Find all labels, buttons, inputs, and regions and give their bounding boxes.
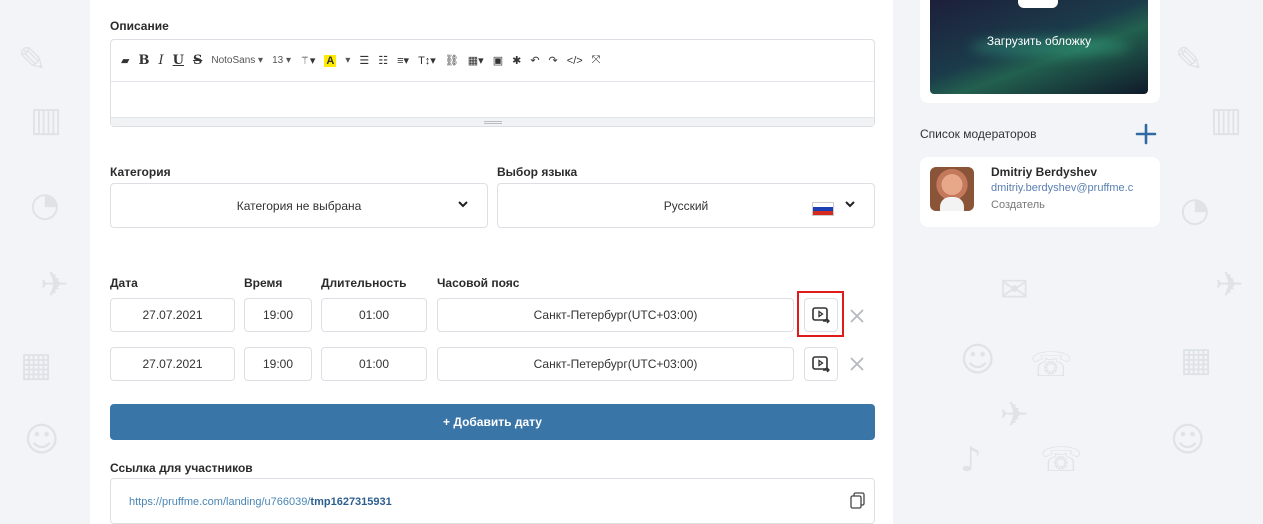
- cover-card: Загрузить обложку: [920, 0, 1160, 103]
- moderator-card[interactable]: Dmitriy Berdyshev dmitriy.berdyshev@pruf…: [920, 157, 1160, 227]
- date-input[interactable]: 27.07.2021: [110, 298, 235, 332]
- font-size-select[interactable]: 13 ▾: [272, 55, 291, 66]
- line-height-icon[interactable]: T↕▾: [418, 54, 436, 67]
- language-label: Выбор языка: [497, 165, 578, 179]
- magic-wand-icon[interactable]: ⚚▾: [300, 54, 315, 67]
- description-editor[interactable]: ▰ B I U S NotoSans ▾ 13 ▾ ⚚▾ A ▾ ☰ ☷ ≡▾ …: [110, 39, 875, 127]
- background-doodle-icon: ☺: [24, 420, 60, 460]
- background-doodle-icon: ◔: [1180, 190, 1210, 230]
- add-moderator-button[interactable]: [1134, 122, 1158, 146]
- link-icon[interactable]: ⛓: [445, 54, 459, 67]
- background-doodle-icon: ☏: [1040, 440, 1083, 480]
- image-icon[interactable]: ▣: [493, 54, 503, 67]
- special-chars-icon[interactable]: ✱: [512, 54, 521, 67]
- background-doodle-icon: ✈: [40, 265, 69, 305]
- timezone-select[interactable]: Санкт-Петербург(UTC+03:00): [437, 347, 794, 381]
- category-select-value: Категория не выбрана: [236, 199, 362, 213]
- align-icon[interactable]: ≡▾: [397, 54, 409, 67]
- link-slug: tmp1627315931: [310, 496, 392, 508]
- video-link-button[interactable]: [804, 347, 838, 381]
- bold-icon[interactable]: B: [138, 53, 149, 68]
- duration-input[interactable]: 01:00: [321, 347, 427, 381]
- background-doodle-icon: ✈: [1000, 395, 1029, 435]
- eraser-icon[interactable]: ▰: [121, 54, 129, 67]
- background-doodle-icon: ▥: [30, 100, 63, 140]
- cover-image[interactable]: Загрузить обложку: [930, 0, 1148, 94]
- moderator-name: Dmitriy Berdyshev: [991, 165, 1098, 179]
- russia-flag-icon: [812, 202, 834, 216]
- background-doodle-icon: ☺: [960, 340, 996, 380]
- moderator-role: Создатель: [991, 199, 1045, 211]
- timezone-header: Часовой пояс: [437, 276, 520, 290]
- highlight-box: [797, 291, 844, 337]
- italic-icon[interactable]: I: [158, 53, 163, 68]
- background-doodle-icon: ✈: [1215, 265, 1244, 305]
- date-input[interactable]: 27.07.2021: [110, 347, 235, 381]
- text-color-dropdown-icon[interactable]: ▾: [345, 55, 350, 66]
- participants-link-text: https://pruffme.com/landing/u766039/tmp1…: [129, 496, 392, 508]
- numbered-list-icon[interactable]: ☷: [378, 54, 388, 67]
- fullscreen-icon[interactable]: ⤧: [592, 54, 601, 67]
- copy-icon[interactable]: [850, 492, 866, 510]
- video-share-icon: [812, 356, 830, 373]
- duration-input[interactable]: 01:00: [321, 298, 427, 332]
- editor-toolbar: ▰ B I U S NotoSans ▾ 13 ▾ ⚚▾ A ▾ ☰ ☷ ≡▾ …: [111, 40, 874, 82]
- close-icon[interactable]: [848, 307, 866, 325]
- time-header: Время: [244, 276, 283, 290]
- chevron-down-icon: [845, 201, 855, 208]
- participants-link-label: Ссылка для участников: [110, 461, 253, 475]
- time-input[interactable]: 19:00: [244, 298, 312, 332]
- time-input[interactable]: 19:00: [244, 347, 312, 381]
- description-label: Описание: [110, 19, 169, 33]
- text-color-button[interactable]: A: [324, 54, 337, 67]
- avatar: [930, 167, 974, 211]
- code-view-icon[interactable]: </>: [567, 55, 583, 67]
- add-date-button[interactable]: + Добавить дату: [110, 404, 875, 440]
- category-select[interactable]: Категория не выбрана: [110, 183, 488, 228]
- category-label: Категория: [110, 165, 171, 179]
- link-base: https://pruffme.com/landing/u766039/: [129, 496, 311, 508]
- editor-content-area[interactable]: [111, 82, 874, 116]
- date-header: Дата: [110, 276, 138, 290]
- background-doodle-icon: ✎: [18, 40, 47, 80]
- background-doodle-icon: ☏: [1030, 345, 1073, 385]
- language-select[interactable]: Русский: [497, 183, 875, 228]
- background-doodle-icon: ▥: [1210, 100, 1243, 140]
- bullet-list-icon[interactable]: ☰: [359, 54, 369, 67]
- timezone-select[interactable]: Санкт-Петербург(UTC+03:00): [437, 298, 794, 332]
- participants-link-field[interactable]: https://pruffme.com/landing/u766039/tmp1…: [110, 478, 875, 524]
- background-doodle-icon: ▦: [1180, 340, 1213, 380]
- background-doodle-icon: ✎: [1175, 40, 1204, 80]
- redo-icon[interactable]: ↷: [549, 54, 558, 67]
- undo-icon[interactable]: ↶: [530, 54, 539, 67]
- editor-resize-handle[interactable]: [111, 117, 874, 126]
- strikethrough-icon[interactable]: S: [193, 53, 202, 68]
- moderators-header: Список модераторов: [920, 127, 1037, 141]
- font-family-select[interactable]: NotoSans ▾: [211, 55, 263, 66]
- background-doodle-icon: ◔: [30, 185, 60, 225]
- close-icon[interactable]: [848, 355, 866, 373]
- chevron-down-icon: [458, 201, 468, 208]
- background-doodle-icon: ♪: [960, 440, 982, 480]
- background-doodle-icon: ▦: [20, 345, 53, 385]
- duration-header: Длительность: [321, 276, 407, 290]
- background-doodle-icon: ✉: [1000, 270, 1029, 310]
- moderator-email: dmitriy.berdyshev@pruffme.c: [991, 182, 1134, 194]
- underline-icon[interactable]: U: [173, 53, 184, 68]
- table-icon[interactable]: ▦▾: [468, 54, 484, 67]
- upload-cover-label[interactable]: Загрузить обложку: [930, 34, 1148, 48]
- background-doodle-icon: ☺: [1170, 420, 1206, 460]
